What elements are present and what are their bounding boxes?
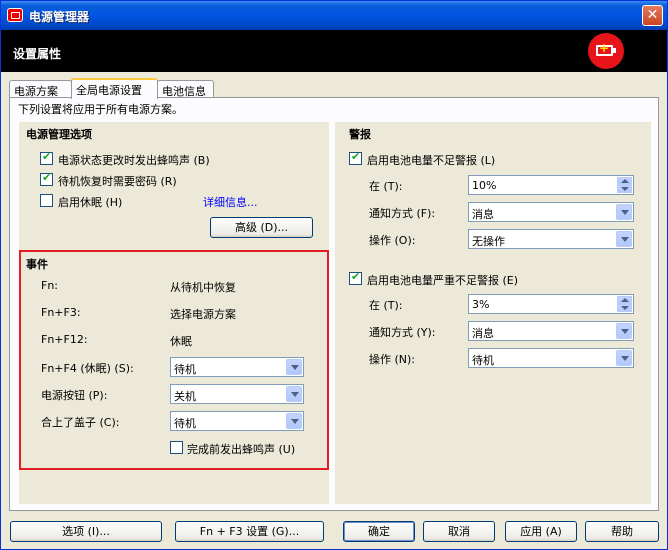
- low-notify-value: 消息: [472, 208, 494, 221]
- window-title: 电源管理器: [29, 10, 90, 24]
- fn-f4-select[interactable]: 待机: [170, 357, 304, 377]
- chevron-down-icon[interactable]: [616, 323, 632, 339]
- battery-charge-icon: +: [588, 33, 624, 69]
- critical-notify-label: 通知方式 (Y):: [369, 326, 436, 339]
- intro-text: 下列设置将应用于所有电源方案。: [18, 103, 183, 116]
- spin-down-icon[interactable]: [617, 304, 632, 312]
- header-band: 设置属性 +: [1, 30, 667, 72]
- lid-value: 待机: [174, 417, 196, 430]
- chevron-down-icon[interactable]: [286, 386, 302, 402]
- beep-before-done-label: 完成前发出蜂鸣声 (U): [187, 443, 296, 456]
- help-button[interactable]: 帮助: [585, 521, 659, 542]
- close-button[interactable]: ✕: [642, 5, 663, 26]
- battery-app-icon: [7, 8, 23, 22]
- critical-at-spinner[interactable]: 3%: [468, 294, 634, 314]
- low-action-value: 无操作: [472, 235, 505, 248]
- critical-action-select[interactable]: 待机: [468, 348, 634, 368]
- low-battery-alarm-label: 启用电池电量不足警报 (L): [367, 154, 496, 167]
- fn-f4-value: 待机: [174, 363, 196, 376]
- enable-hibernate-label: 启用休眠 (H): [58, 196, 123, 209]
- critical-battery-alarm-checkbox[interactable]: [349, 270, 362, 285]
- ok-button[interactable]: 确定: [343, 521, 415, 542]
- critical-notify-value: 消息: [472, 327, 494, 340]
- spin-down-icon[interactable]: [617, 185, 632, 193]
- cancel-button[interactable]: 取消: [423, 521, 495, 542]
- fn-f4-label: Fn+F4 (休眠) (S):: [41, 362, 134, 375]
- fn-f3-settings-button[interactable]: Fn + F3 设置 (G)...: [175, 521, 324, 542]
- details-link[interactable]: 详细信息...: [203, 194, 258, 210]
- fn-f3-label: Fn+F3:: [41, 306, 81, 319]
- spin-up-icon[interactable]: [617, 296, 632, 304]
- low-action-select[interactable]: 无操作: [468, 229, 634, 249]
- page-title: 设置属性: [13, 47, 62, 61]
- password-on-resume-checkbox[interactable]: [40, 171, 53, 186]
- spin-up-icon[interactable]: [617, 177, 632, 185]
- options-button[interactable]: 选项 (I)...: [10, 521, 162, 542]
- low-at-spinner[interactable]: 10%: [468, 175, 634, 195]
- low-at-label: 在 (T):: [369, 180, 403, 193]
- tab-battery-info[interactable]: 电池信息: [157, 80, 214, 98]
- password-on-resume-label: 待机恢复时需要密码 (R): [58, 175, 177, 188]
- events-title: 事件: [26, 258, 48, 271]
- fn-label: Fn:: [41, 279, 59, 292]
- lid-label: 合上了盖子 (C):: [41, 416, 120, 429]
- power-button-value: 关机: [174, 390, 196, 403]
- chevron-down-icon[interactable]: [616, 350, 632, 366]
- fn-value: 从待机中恢复: [170, 281, 236, 294]
- low-battery-alarm-checkbox[interactable]: [349, 150, 362, 165]
- chevron-down-icon[interactable]: [286, 413, 302, 429]
- chevron-down-icon[interactable]: [616, 231, 632, 247]
- enable-hibernate-checkbox[interactable]: [40, 194, 53, 207]
- low-notify-select[interactable]: 消息: [468, 202, 634, 222]
- fn-f12-label: Fn+F12:: [41, 333, 88, 346]
- critical-at-value: 3%: [472, 298, 490, 311]
- beep-on-state-change-checkbox[interactable]: [40, 150, 53, 165]
- low-action-label: 操作 (O):: [369, 234, 416, 247]
- critical-action-label: 操作 (N):: [369, 353, 416, 366]
- power-button-label: 电源按钮 (P):: [41, 389, 108, 402]
- tab-global-settings[interactable]: 全局电源设置: [71, 78, 158, 99]
- title-bar[interactable]: 电源管理器 ✕: [1, 1, 667, 30]
- low-at-value: 10%: [472, 179, 497, 192]
- chevron-down-icon[interactable]: [286, 359, 302, 375]
- power-button-select[interactable]: 关机: [170, 384, 304, 404]
- alarms-title: 警报: [349, 128, 371, 141]
- tab-power-schemes[interactable]: 电源方案: [9, 80, 72, 98]
- lid-select[interactable]: 待机: [170, 411, 304, 431]
- beep-on-state-change-label: 电源状态更改时发出蜂鸣声 (B): [58, 154, 210, 167]
- critical-battery-alarm-label: 启用电池电量严重不足警报 (E): [367, 274, 519, 287]
- critical-action-value: 待机: [472, 354, 494, 367]
- chevron-down-icon[interactable]: [616, 204, 632, 220]
- apply-button[interactable]: 应用 (A): [505, 521, 577, 542]
- beep-before-done-checkbox[interactable]: [170, 441, 183, 454]
- power-manager-window: 电源管理器 ✕ 设置属性 + 电源方案 全局电源设置 电池信息 下列设置将应用于…: [0, 0, 668, 550]
- power-options-title: 电源管理选项: [26, 128, 92, 141]
- advanced-button[interactable]: 高级 (D)...: [210, 217, 313, 238]
- critical-notify-select[interactable]: 消息: [468, 321, 634, 341]
- fn-f12-value: 休眠: [170, 335, 192, 348]
- critical-at-label: 在 (T):: [369, 299, 403, 312]
- fn-f3-value: 选择电源方案: [170, 308, 236, 321]
- low-notify-label: 通知方式 (F):: [369, 207, 436, 220]
